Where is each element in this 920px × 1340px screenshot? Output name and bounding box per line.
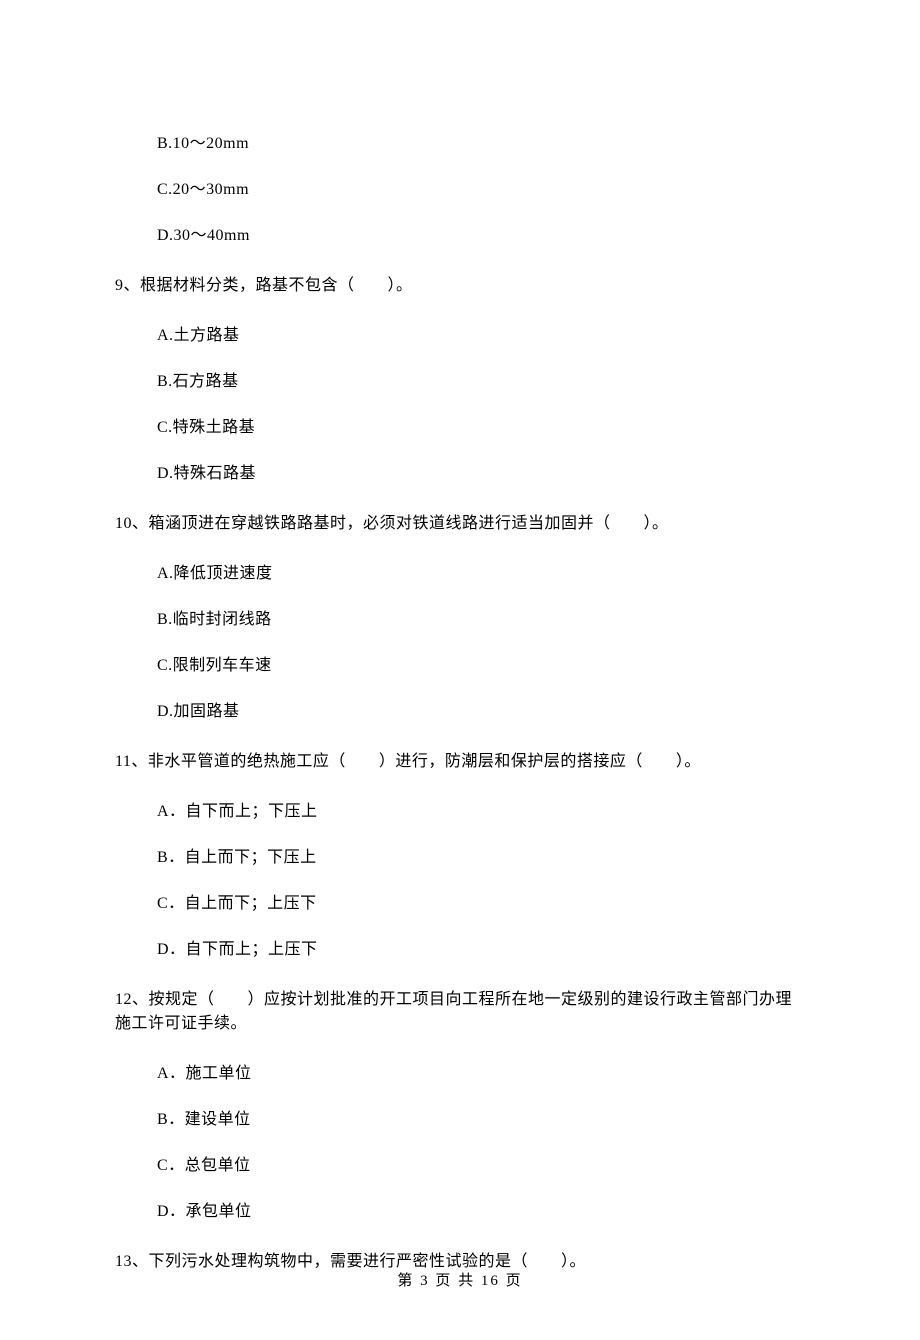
question-12: 12、按规定（ ）应按计划批准的开工项目向工程所在地一定级别的建设行政主管部门办… [115,988,805,1036]
q12-option-d: D．承包单位 [157,1200,805,1224]
q12-option-a: A．施工单位 [157,1062,805,1086]
question-9: 9、根据材料分类，路基不包含（ ）。 [115,274,805,298]
q11-option-b: B．自上而下；下压上 [157,846,805,870]
exam-page: B.10～20mm C.20～30mm D.30～40mm 9、根据材料分类，路… [0,0,920,1340]
option-b: B.10～20mm [157,132,805,156]
q11-option-c: C．自上而下；上压下 [157,892,805,916]
q9-option-b: B.石方路基 [157,370,805,394]
q12-option-b: B．建设单位 [157,1108,805,1132]
q12-option-c: C．总包单位 [157,1154,805,1178]
question-10: 10、箱涵顶进在穿越铁路路基时，必须对铁道线路进行适当加固并（ ）。 [115,512,805,536]
q11-option-d: D．自下而上；上压下 [157,938,805,962]
page-footer: 第 3 页 共 16 页 [0,1270,920,1293]
q10-option-a: A.降低顶进速度 [157,562,805,586]
q10-option-c: C.限制列车车速 [157,654,805,678]
q11-option-a: A．自下而上；下压上 [157,800,805,824]
option-c: C.20～30mm [157,178,805,202]
q9-option-d: D.特殊石路基 [157,462,805,486]
option-d: D.30～40mm [157,224,805,248]
q9-option-c: C.特殊土路基 [157,416,805,440]
q10-option-b: B.临时封闭线路 [157,608,805,632]
question-11: 11、非水平管道的绝热施工应（ ）进行，防潮层和保护层的搭接应（ ）。 [115,750,805,774]
q9-option-a: A.土方路基 [157,324,805,348]
q10-option-d: D.加固路基 [157,700,805,724]
